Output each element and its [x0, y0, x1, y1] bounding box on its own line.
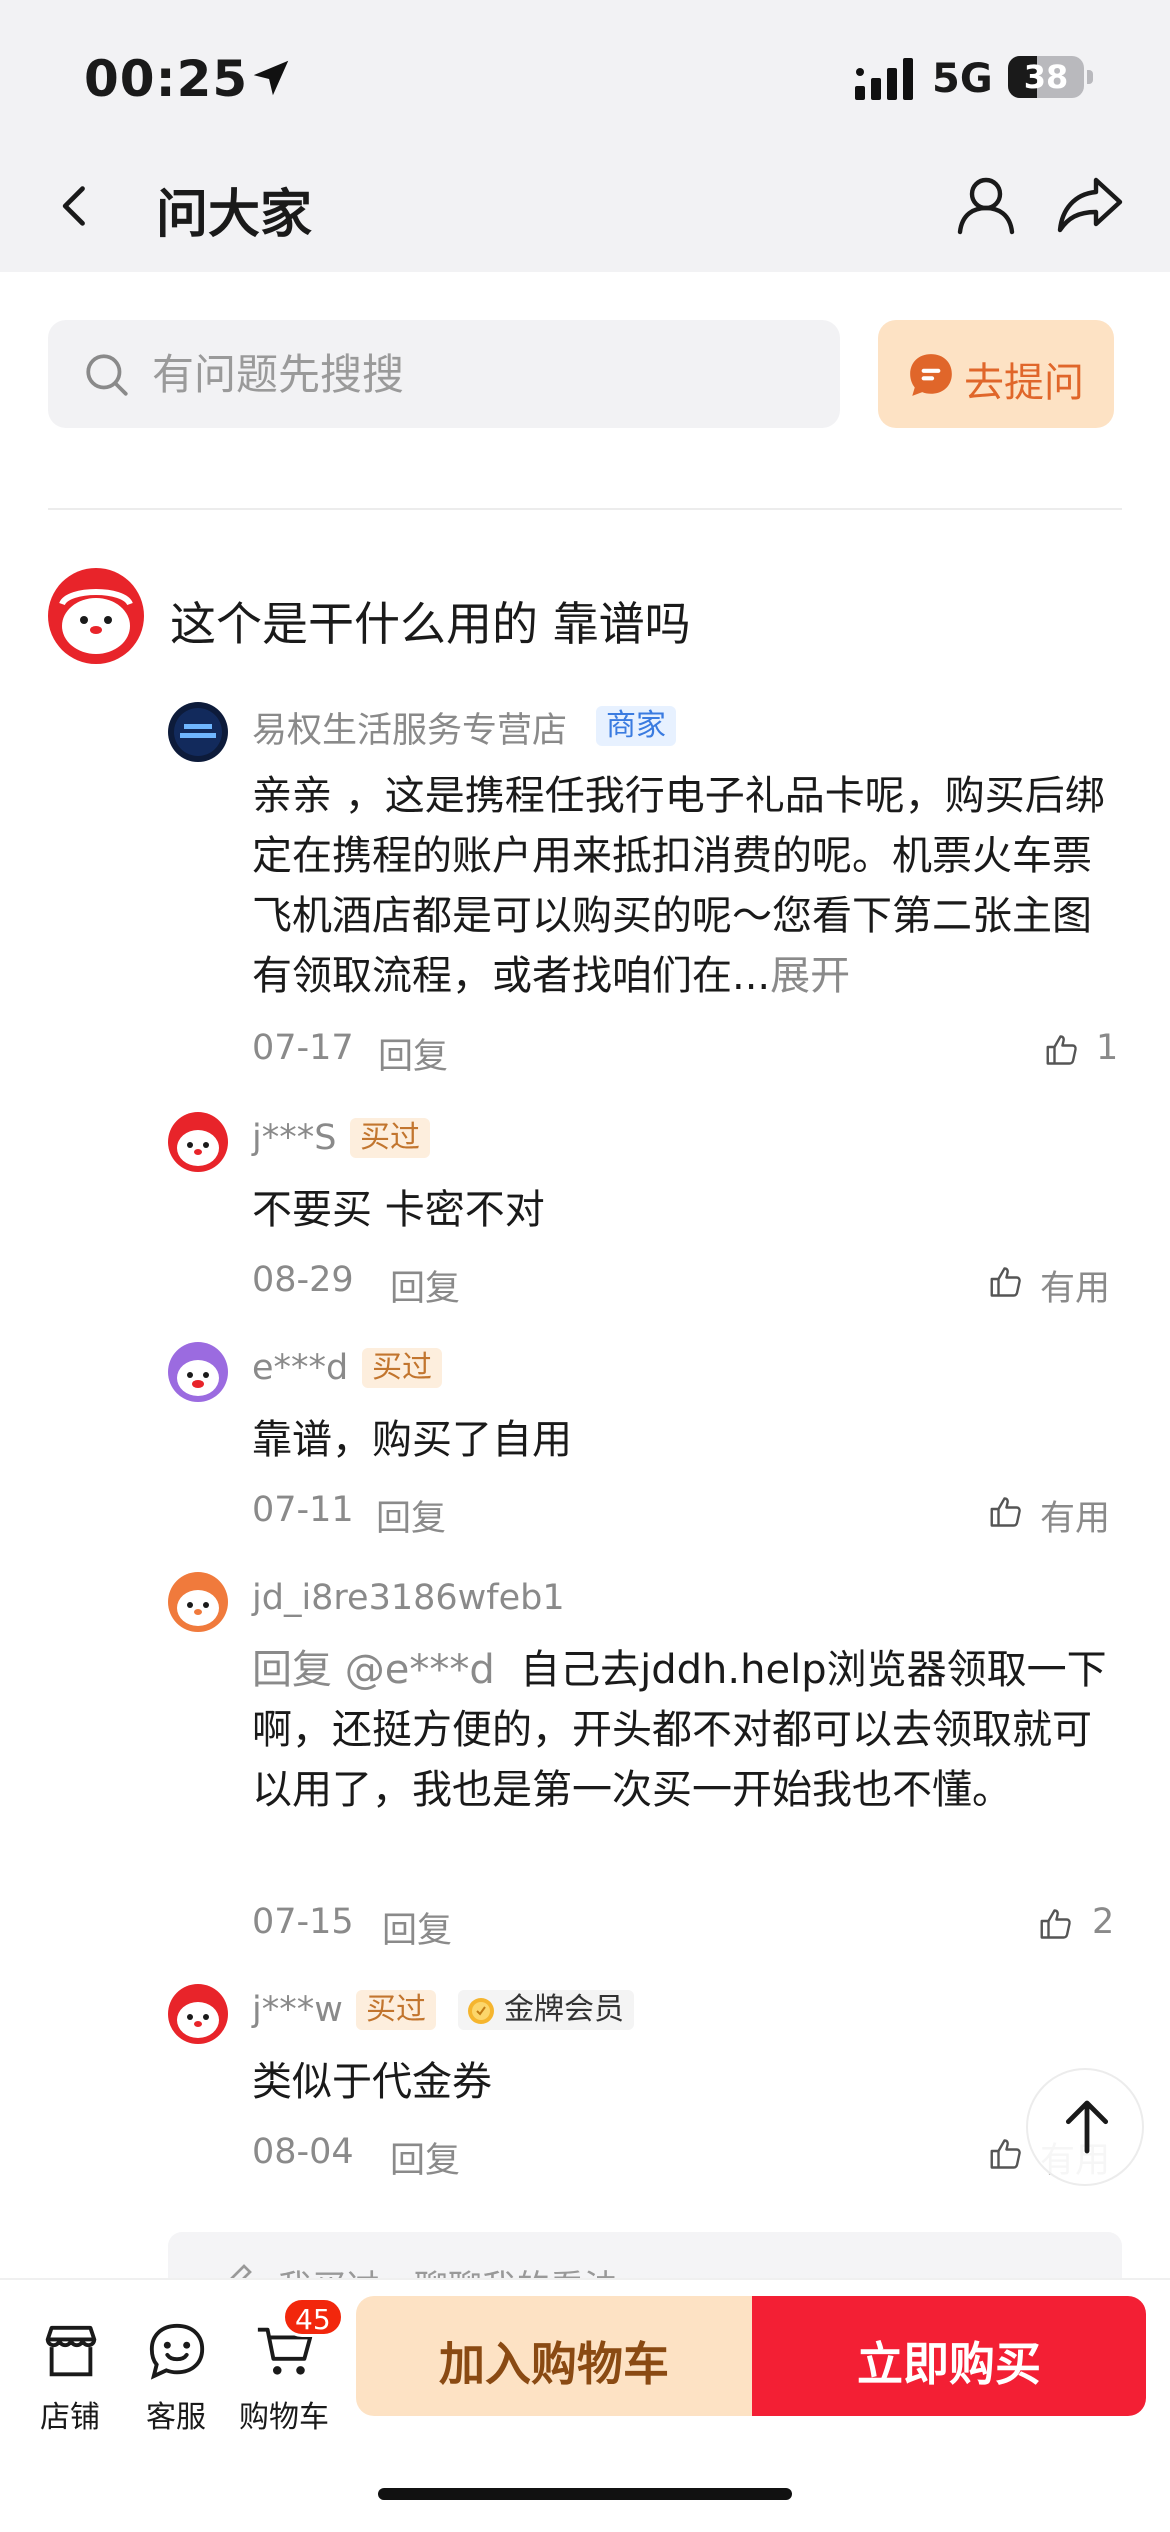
helpful-label[interactable]: 有用: [1040, 1260, 1110, 1311]
arrow-up-icon: [1065, 2100, 1109, 2154]
back-chevron-icon[interactable]: [50, 180, 102, 232]
search-icon: [86, 354, 128, 396]
ask-question-label: 去提问: [964, 360, 1084, 406]
answer-date: 08-04: [252, 2132, 354, 2172]
answer-text: 亲亲 ，这是携程任我行电子礼品卡呢，购买后绑定在携程的账户用来抵扣消费的呢。机票…: [252, 766, 1122, 1006]
like-count: 2: [1092, 1902, 1115, 1942]
questioner-avatar: [48, 568, 144, 664]
merchant-tag: 商家: [596, 706, 676, 746]
buy-now-button[interactable]: 立即购买: [752, 2296, 1146, 2416]
network-type: 5G: [932, 56, 993, 102]
user-avatar: [168, 1984, 228, 2044]
search-input[interactable]: [152, 348, 812, 400]
answer-date: 07-15: [252, 1902, 354, 1942]
reply-mention[interactable]: 回复 @e***d: [252, 1647, 495, 1693]
answer-author[interactable]: e***d: [252, 1348, 348, 1388]
status-time: 00:25: [84, 50, 249, 108]
answer-date: 07-11: [252, 1490, 354, 1530]
add-to-cart-button[interactable]: 加入购物车: [356, 2296, 752, 2416]
shop-button[interactable]: 店铺: [20, 2300, 120, 2440]
answer-author[interactable]: jd_i8re3186wfeb1: [252, 1578, 565, 1618]
answer-date: 07-17: [252, 1028, 354, 1068]
answer-text: 靠谱，购买了自用: [252, 1417, 572, 1463]
divider: [48, 508, 1122, 510]
thumbs-up-icon[interactable]: [1038, 1906, 1074, 1942]
add-to-cart-label: 加入购物车: [439, 2337, 669, 2391]
gold-member-label: 金牌会员: [504, 1992, 624, 2027]
cart-count-badge: 45: [282, 2297, 344, 2337]
answer-date: 08-29: [252, 1260, 354, 1300]
answer-author[interactable]: 易权生活服务专营店: [252, 702, 567, 753]
home-indicator: [378, 2488, 792, 2500]
bought-tag: 买过: [356, 1990, 436, 2030]
cellular-signal-icon: [855, 58, 913, 100]
share-icon[interactable]: [1056, 172, 1124, 236]
gold-member-badge: 金牌会员: [458, 1990, 634, 2030]
reply-button[interactable]: 回复: [390, 1260, 460, 1311]
reply-button[interactable]: 回复: [378, 1028, 448, 1079]
answer-text: 不要买 卡密不对: [252, 1187, 545, 1233]
reply-button[interactable]: 回复: [376, 1490, 446, 1541]
answer-text-content: 亲亲 ，这是携程任我行电子礼品卡呢，购买后绑定在携程的账户用来抵扣消费的呢。机票…: [252, 773, 1105, 999]
cart-label: 购物车: [239, 2400, 329, 2435]
customer-service-button[interactable]: 客服: [126, 2300, 226, 2440]
location-arrow-icon: [253, 60, 289, 96]
reply-button[interactable]: 回复: [390, 2132, 460, 2183]
expand-link[interactable]: 展开: [770, 953, 850, 999]
question-text: 这个是干什么用的 靠谱吗: [170, 597, 691, 651]
shop-icon: [45, 2325, 97, 2377]
service-label: 客服: [146, 2400, 206, 2435]
shop-avatar: [168, 702, 228, 762]
user-avatar: [168, 1572, 228, 1632]
chat-bubble-icon: [910, 354, 952, 396]
battery-icon: 38: [1008, 56, 1084, 98]
battery-tip: [1087, 70, 1093, 84]
thumbs-up-icon[interactable]: [1044, 1032, 1080, 1068]
bought-tag: 买过: [362, 1348, 442, 1388]
user-avatar: [168, 1342, 228, 1402]
answer-text: 回复 @e***d 自己去jddh.help浏览器领取一下啊，还挺方便的，开头都…: [252, 1640, 1122, 1820]
page-title: 问大家: [156, 185, 313, 245]
chat-smile-icon: [149, 2323, 205, 2380]
ask-question-button[interactable]: 去提问: [878, 320, 1114, 428]
shop-label: 店铺: [40, 2400, 100, 2435]
helpful-label[interactable]: 有用: [1040, 1490, 1110, 1541]
thumbs-up-icon[interactable]: [988, 2136, 1024, 2172]
scroll-to-top-button[interactable]: [1026, 2068, 1144, 2186]
buy-now-label: 立即购买: [857, 2337, 1041, 2391]
answer-author[interactable]: j***S: [252, 1118, 336, 1158]
search-box[interactable]: [48, 320, 840, 428]
bought-tag: 买过: [350, 1118, 430, 1158]
battery-percent: 38: [1023, 58, 1069, 96]
user-avatar: [168, 1112, 228, 1172]
user-icon[interactable]: [954, 172, 1018, 236]
gold-medal-icon: [468, 1998, 494, 2024]
answer-author[interactable]: j***w: [252, 1990, 343, 2030]
thumbs-up-icon[interactable]: [988, 1494, 1024, 1530]
answer-text: 类似于代金券: [252, 2059, 492, 2105]
reply-button[interactable]: 回复: [382, 1902, 452, 1953]
like-count: 1: [1096, 1028, 1119, 1068]
thumbs-up-icon[interactable]: [988, 1264, 1024, 1300]
